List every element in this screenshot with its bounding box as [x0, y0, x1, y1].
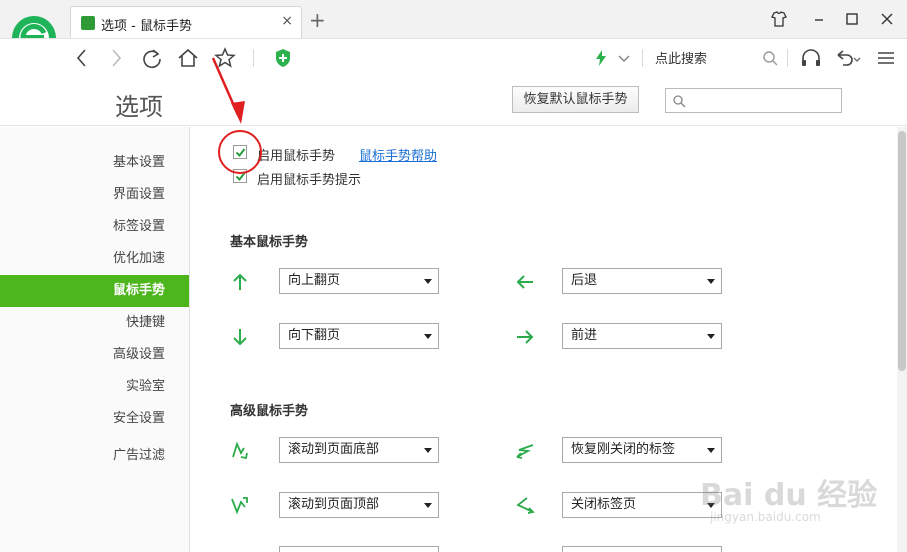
toolbar-divider: [253, 49, 254, 67]
gesture-left-right-value: 恢复刚关闭的标签: [571, 442, 676, 457]
search-icon: [673, 95, 686, 108]
skin-icon[interactable]: [768, 8, 790, 30]
dropdown-caret-icon: [707, 279, 715, 284]
chevron-down-icon[interactable]: [852, 46, 862, 70]
gesture-down-up-value: 滚动到页面顶部: [288, 497, 380, 512]
gesture-partial-select[interactable]: [279, 546, 439, 552]
scrollbar-thumb[interactable]: [898, 131, 906, 371]
enable-gesture-label: 启用鼠标手势: [257, 149, 336, 164]
gesture-right-value: 前进: [571, 328, 598, 343]
tab-close-icon[interactable]: ×: [281, 13, 293, 29]
sidebar-item-security[interactable]: 安全设置: [0, 403, 189, 435]
gesture-right-left-value: 关闭标签页: [571, 497, 637, 512]
sidebar-item-basic[interactable]: 基本设置: [0, 147, 189, 179]
gesture-down-value: 向下翻页: [288, 328, 341, 343]
dropdown-caret-icon: [424, 448, 432, 453]
sidebar-item-shortcuts[interactable]: 快捷键: [0, 307, 189, 339]
home-icon[interactable]: [176, 46, 200, 70]
dropdown-caret-icon: [707, 334, 715, 339]
arrow-right-icon: [517, 330, 534, 344]
content-scrollbar[interactable]: [897, 127, 907, 552]
toolbar-divider: [787, 49, 788, 67]
options-sidebar: 基本设置 界面设置 标签设置 优化加速 鼠标手势 快捷键 高级设置 实验室 安全…: [0, 127, 190, 552]
shield-plus-icon[interactable]: [271, 46, 295, 70]
star-icon[interactable]: [213, 46, 237, 70]
gesture-left-value: 后退: [571, 273, 598, 288]
gesture-right-left-select[interactable]: 关闭标签页: [562, 492, 722, 518]
dropdown-caret-icon: [707, 448, 715, 453]
sidebar-item-optimize[interactable]: 优化加速: [0, 243, 189, 275]
gesture-up-down-select[interactable]: 滚动到页面底部: [279, 437, 439, 463]
sidebar-item-advanced[interactable]: 高级设置: [0, 339, 189, 371]
watermark: Bai du 经验 jingyan.baidu.com: [700, 470, 880, 540]
chevron-down-icon[interactable]: [612, 46, 636, 70]
search-icon[interactable]: [758, 46, 782, 70]
menu-icon[interactable]: [874, 46, 898, 70]
sidebar-item-lab[interactable]: 实验室: [0, 371, 189, 403]
gesture-up-down-value: 滚动到页面底部: [288, 442, 380, 457]
gesture-help-link[interactable]: 鼠标手势帮助: [359, 145, 437, 164]
right-left-gesture-icon: [516, 497, 535, 514]
watermark-text: Bai du 经验: [700, 478, 878, 513]
dropdown-caret-icon: [424, 334, 432, 339]
close-window-icon[interactable]: [876, 8, 898, 30]
toolbar: 点此搜索: [0, 38, 907, 76]
tab-title: 选项 - 鼠标手势: [101, 19, 192, 34]
enable-gesture-tip-label: 启用鼠标手势提示: [257, 173, 362, 188]
gesture-up-value: 向上翻页: [288, 273, 341, 288]
forward-icon[interactable]: [104, 46, 128, 70]
dropdown-caret-icon: [424, 503, 432, 508]
gesture-up-select[interactable]: 向上翻页: [279, 268, 439, 294]
gesture-partial-select[interactable]: [562, 546, 722, 552]
up-down-gesture-icon: [232, 441, 248, 460]
maximize-icon[interactable]: [841, 8, 863, 30]
left-right-gesture-icon: [516, 444, 534, 459]
gesture-right-select[interactable]: 前进: [562, 323, 722, 349]
gesture-left-right-select[interactable]: 恢复刚关闭的标签: [562, 437, 722, 463]
arrow-down-icon: [233, 329, 247, 346]
options-search-input[interactable]: [665, 88, 842, 113]
sidebar-item-adblock[interactable]: 广告过滤: [0, 440, 189, 472]
back-icon[interactable]: [70, 46, 94, 70]
arrow-up-icon: [233, 273, 247, 290]
minimize-icon[interactable]: [808, 8, 830, 30]
down-up-gesture-icon: [231, 497, 248, 515]
browser-chrome: 选项 - 鼠标手势 × + 点此搜索: [0, 0, 907, 76]
sidebar-item-mouse-gestures[interactable]: 鼠标手势: [0, 275, 189, 307]
active-tab[interactable]: 选项 - 鼠标手势 ×: [70, 6, 302, 38]
toolbar-divider: [642, 49, 643, 67]
page-title: 选项: [115, 93, 163, 121]
enable-gesture-checkbox[interactable]: [233, 145, 247, 159]
gesture-down-select[interactable]: 向下翻页: [279, 323, 439, 349]
arrow-left-icon: [516, 275, 533, 289]
dropdown-caret-icon: [424, 279, 432, 284]
options-header: 选项 恢复默认鼠标手势: [0, 76, 907, 126]
gesture-down-up-select[interactable]: 滚动到页面顶部: [279, 492, 439, 518]
enable-gesture-tip-checkbox[interactable]: [233, 169, 247, 183]
wrench-icon: [81, 16, 95, 30]
gesture-left-select[interactable]: 后退: [562, 268, 722, 294]
advanced-gestures-title: 高级鼠标手势: [230, 404, 309, 419]
restore-default-gestures-button[interactable]: 恢复默认鼠标手势: [512, 86, 639, 113]
headphones-icon[interactable]: [799, 46, 823, 70]
basic-gestures-title: 基本鼠标手势: [230, 235, 309, 250]
checkmark-icon: [235, 172, 246, 182]
search-bar[interactable]: 点此搜索: [655, 48, 707, 67]
sidebar-item-interface[interactable]: 界面设置: [0, 179, 189, 211]
checkmark-icon: [235, 148, 246, 158]
watermark-url: jingyan.baidu.com: [710, 510, 821, 524]
refresh-icon[interactable]: [140, 46, 164, 70]
sidebar-item-tabs[interactable]: 标签设置: [0, 211, 189, 243]
new-tab-button[interactable]: +: [309, 10, 326, 30]
lightning-icon[interactable]: [589, 46, 613, 70]
